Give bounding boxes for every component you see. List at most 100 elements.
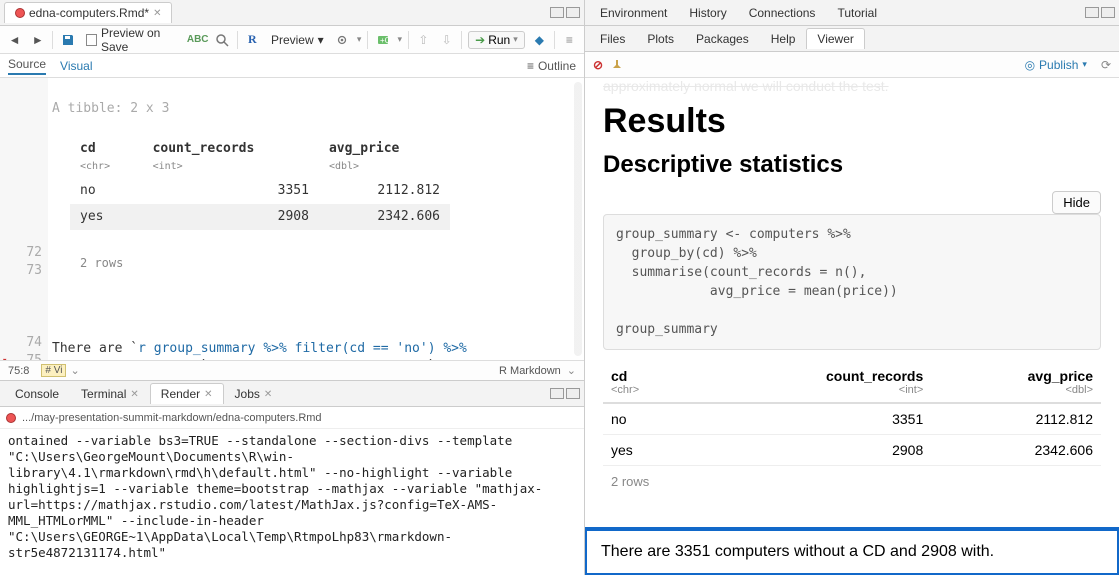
run-label: Run	[488, 33, 510, 47]
left-pane: edna-computers.Rmd* ✕ ◄ ► Preview on Sav…	[0, 0, 585, 575]
save-icon[interactable]	[59, 30, 76, 50]
insert-chunk-icon[interactable]: +C	[374, 30, 391, 50]
tab-connections[interactable]: Connections	[738, 2, 827, 23]
tab-help[interactable]: Help	[760, 28, 807, 49]
maximize-pane-icon[interactable]	[566, 7, 580, 18]
cell: 3351	[143, 178, 319, 204]
clear-viewer-icon[interactable]	[611, 58, 625, 72]
source-subbar: Source Visual ≡ Outline	[0, 54, 584, 78]
line-number: 75▾	[0, 352, 42, 360]
preview-on-save-toggle[interactable]: Preview on Save	[82, 24, 181, 56]
minimize-env-icon[interactable]	[1085, 7, 1099, 18]
chevron-down-icon: ▾	[513, 34, 518, 45]
outline-icon: ≡	[527, 59, 534, 73]
svg-text:+C: +C	[380, 36, 391, 45]
code-content[interactable]: A tibble: 2 x 3 cd<chr> count_records<in…	[48, 78, 584, 360]
col-header: avg_price	[1028, 368, 1093, 384]
cell: yes	[603, 435, 695, 466]
cursor-position: 75:8	[8, 365, 29, 377]
viewer-tabbar: Files Plots Packages Help Viewer	[585, 26, 1119, 52]
refresh-icon[interactable]: ⟳	[1101, 58, 1111, 72]
line-number: 73	[0, 262, 42, 280]
preview-dropdown[interactable]: Preview ▾	[267, 31, 328, 49]
col-type: <dbl>	[939, 384, 1093, 396]
gear-chevron-icon[interactable]: ▾	[357, 34, 362, 45]
viewer-h1: Results	[603, 102, 1101, 141]
close-icon[interactable]: ✕	[153, 8, 161, 19]
minimize-pane-icon[interactable]	[550, 7, 564, 18]
tab-packages[interactable]: Packages	[685, 28, 760, 49]
hash-icon: #	[45, 365, 51, 376]
visual-mode-tab[interactable]: Visual	[60, 59, 92, 73]
viewer-content[interactable]: approximately normal we will conduct the…	[585, 78, 1119, 575]
tab-files[interactable]: Files	[589, 28, 636, 49]
tab-history[interactable]: History	[678, 2, 737, 23]
preview-label: Preview	[271, 33, 314, 47]
preview-on-save-label: Preview on Save	[101, 26, 178, 54]
cell: 3351	[695, 403, 931, 435]
code-editor[interactable]: 72 73 74 75▾ A tibble: 2 x 3 cd<chr> cou…	[0, 78, 584, 360]
find-icon[interactable]	[214, 30, 231, 50]
col-type: <int>	[153, 158, 309, 176]
remove-viewer-icon[interactable]: ⊘	[593, 58, 603, 72]
tab-plots[interactable]: Plots	[636, 28, 685, 49]
close-icon[interactable]: ✕	[130, 389, 138, 400]
line-gutter: 72 73 74 75▾	[0, 78, 48, 360]
publish-icon[interactable]: ◆	[531, 30, 548, 50]
back-icon[interactable]: ◄	[6, 30, 23, 50]
tab-console[interactable]: Console	[4, 383, 70, 404]
file-tab[interactable]: edna-computers.Rmd* ✕	[4, 2, 172, 23]
minimize-console-icon[interactable]	[550, 388, 564, 399]
cell: yes	[70, 204, 143, 230]
render-output[interactable]: ontained --variable bs3=TRUE --standalon…	[0, 429, 584, 575]
section-chevron-icon[interactable]: ⌄	[70, 364, 79, 377]
go-next-chunk-icon[interactable]: ⇩	[438, 30, 455, 50]
console-tabbar: Console Terminal ✕ Render✕ Jobs✕	[0, 381, 584, 407]
spellcheck-icon[interactable]: ABC	[188, 30, 208, 50]
publish-button[interactable]: ◎ Publish ▾	[1025, 58, 1087, 72]
cell: 2908	[143, 204, 319, 230]
tab-label: Terminal	[81, 387, 126, 401]
console-pane: Console Terminal ✕ Render✕ Jobs✕ .../may-…	[0, 380, 584, 575]
tab-render[interactable]: Render✕	[150, 383, 224, 404]
tab-environment[interactable]: Environment	[589, 2, 678, 23]
rmd-file-icon	[15, 8, 25, 18]
tab-viewer[interactable]: Viewer	[806, 28, 864, 49]
col-header: cd	[80, 141, 96, 156]
publish-label: Publish	[1039, 58, 1078, 72]
section-indicator[interactable]: # Vi	[41, 364, 66, 377]
render-path-bar: .../may-presentation-summit-markdown/edn…	[0, 407, 584, 429]
col-header: cd	[611, 368, 627, 384]
editor-statusbar: 75:8 # Vi ⌄ R Markdown ⌄	[0, 360, 584, 380]
forward-icon[interactable]: ►	[29, 30, 46, 50]
render-body: ontained --variable bs3=TRUE --standalon…	[8, 433, 542, 560]
tab-jobs[interactable]: Jobs✕	[224, 383, 284, 404]
viewer-code-block: group_summary <- computers %>% group_by(…	[603, 214, 1101, 350]
close-icon[interactable]: ✕	[204, 389, 212, 400]
tab-tutorial[interactable]: Tutorial	[826, 2, 888, 23]
outline-button[interactable]: ≡ Outline	[527, 59, 576, 73]
hide-code-button[interactable]: Hide	[1052, 191, 1101, 214]
gear-icon[interactable]	[334, 30, 351, 50]
scrollbar[interactable]	[574, 82, 582, 356]
file-language[interactable]: R Markdown	[499, 365, 561, 377]
close-icon[interactable]: ✕	[264, 389, 272, 400]
viewer-toolbar: ⊘ ◎ Publish ▾ ⟳	[585, 52, 1119, 78]
col-header: count_records	[826, 368, 923, 384]
viewer-rows-footer: 2 rows	[603, 466, 1101, 497]
insert-chunk-chevron-icon[interactable]: ▾	[397, 34, 402, 45]
source-toolbar: ◄ ► Preview on Save ABC R Preview ▾ ▾ +C…	[0, 26, 584, 54]
outline-toggle-icon[interactable]: ≡	[561, 30, 578, 50]
chevron-up-down-icon[interactable]: ⌄	[567, 364, 576, 377]
cell: 2908	[695, 435, 931, 466]
maximize-console-icon[interactable]	[566, 388, 580, 399]
r-logo-icon: R	[244, 30, 261, 50]
go-prev-chunk-icon[interactable]: ⇧	[415, 30, 432, 50]
run-button[interactable]: ➔ Run ▾	[468, 31, 525, 49]
source-mode-tab[interactable]: Source	[8, 57, 46, 75]
maximize-env-icon[interactable]	[1101, 7, 1115, 18]
cell: no	[603, 403, 695, 435]
highlighted-sentence: There are 3351 computers without a CD an…	[585, 527, 1119, 575]
tab-terminal[interactable]: Terminal ✕	[70, 383, 150, 404]
cell: 2342.606	[319, 204, 450, 230]
